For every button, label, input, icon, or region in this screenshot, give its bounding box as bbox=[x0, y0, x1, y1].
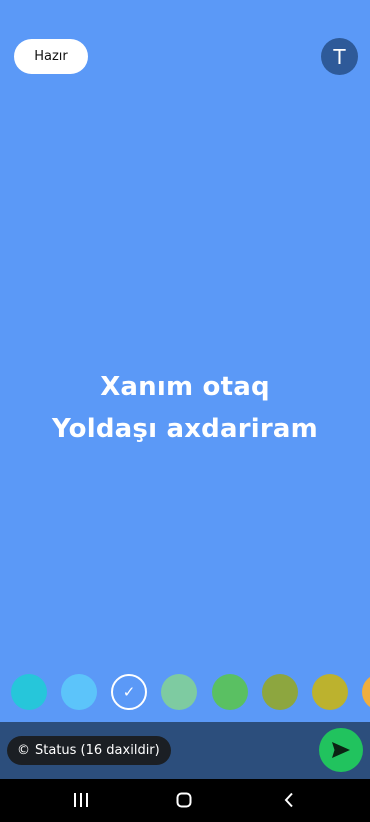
color-swatch-blue-selected[interactable]: ✓ bbox=[111, 674, 147, 710]
status-text[interactable]: Xanım otaq Yoldaşı axdariram bbox=[0, 366, 370, 450]
back-icon bbox=[284, 792, 293, 808]
back-button[interactable] bbox=[278, 789, 300, 811]
color-swatch-light-blue[interactable] bbox=[61, 674, 97, 710]
color-swatch-green[interactable] bbox=[212, 674, 248, 710]
home-button[interactable] bbox=[173, 789, 195, 811]
recent-apps-icon bbox=[74, 793, 88, 807]
color-swatch-mustard[interactable] bbox=[312, 674, 348, 710]
status-line-1: Xanım otaq bbox=[100, 372, 270, 402]
text-tool-button[interactable]: T bbox=[321, 38, 358, 75]
status-audience-label: Status (16 daxildir) bbox=[35, 743, 160, 758]
status-line-2: Yoldaşı axdariram bbox=[52, 414, 318, 444]
system-navigation-bar bbox=[0, 779, 370, 822]
home-icon bbox=[176, 792, 192, 808]
color-palette: ✓ bbox=[0, 674, 370, 710]
checkmark-icon: ✓ bbox=[122, 682, 136, 701]
color-swatch-mint[interactable] bbox=[161, 674, 197, 710]
recent-apps-button[interactable] bbox=[70, 789, 92, 811]
color-swatch-olive[interactable] bbox=[262, 674, 298, 710]
done-button[interactable]: Hazır bbox=[14, 39, 88, 74]
status-audience-button[interactable]: © Status (16 daxildir) bbox=[7, 736, 171, 765]
status-canvas[interactable] bbox=[0, 0, 370, 722]
privacy-icon: © bbox=[17, 743, 30, 758]
color-swatch-orange[interactable] bbox=[362, 674, 370, 710]
send-button[interactable] bbox=[319, 728, 363, 772]
send-icon bbox=[332, 742, 350, 758]
color-swatch-cyan[interactable] bbox=[11, 674, 47, 710]
text-icon: T bbox=[333, 44, 346, 69]
